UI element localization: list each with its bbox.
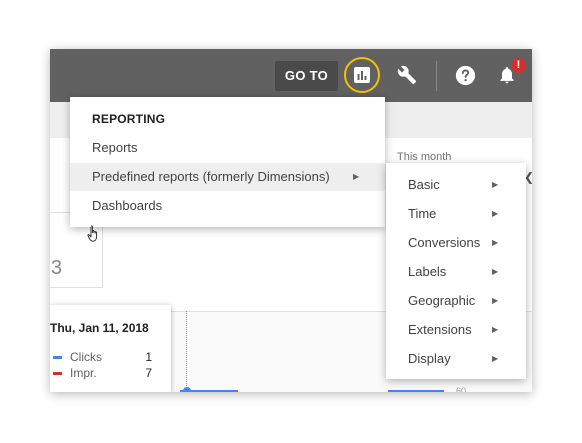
submenu-item-geographic[interactable]: Geographic ▶	[386, 286, 526, 315]
goto-button[interactable]: GO TO	[275, 61, 338, 91]
chevron-right-icon: ▶	[492, 180, 499, 189]
chart-crosshair	[186, 311, 187, 392]
chevron-right-icon: ▶	[492, 209, 499, 218]
predefined-reports-submenu: Basic ▶ Time ▶ Conversions ▶ Labels ▶ Ge…	[386, 163, 526, 379]
top-bar: GO TO !	[50, 49, 532, 102]
impressions-swatch	[53, 372, 62, 375]
submenu-item-conversions[interactable]: Conversions ▶	[386, 228, 526, 257]
submenu-item-time[interactable]: Time ▶	[386, 199, 526, 228]
tooltip-row-label: Clicks	[70, 350, 102, 364]
toolbar-divider	[436, 61, 437, 91]
chart-tooltip: Thu, Jan 11, 2018 Clicks 1 Impr. 7	[50, 305, 171, 392]
chevron-right-icon: ▶	[492, 354, 499, 363]
menu-item-dashboards[interactable]: Dashboards	[70, 192, 385, 220]
submenu-item-label: Time	[408, 206, 437, 221]
menu-heading: REPORTING	[92, 112, 166, 126]
reporting-menu: REPORTING Reports Predefined reports (fo…	[70, 97, 385, 227]
menu-item-predefined-reports[interactable]: Predefined reports (formerly Dimensions)…	[70, 163, 385, 191]
tooltip-row-impressions: Impr. 7	[50, 366, 165, 380]
chart-axis-tick: 60	[456, 386, 467, 392]
tooltip-row-value: 1	[145, 350, 152, 364]
tooltip-row-value: 7	[145, 366, 152, 380]
menu-item-reports[interactable]: Reports	[70, 134, 385, 162]
submenu-item-label: Labels	[408, 264, 447, 279]
clicks-swatch	[53, 356, 62, 359]
tooltip-date: Thu, Jan 11, 2018	[50, 321, 149, 335]
notification-badge: !	[511, 58, 526, 73]
submenu-item-labels[interactable]: Labels ▶	[386, 257, 526, 286]
chevron-right-icon: ▶	[492, 238, 499, 247]
submenu-item-label: Geographic	[408, 293, 476, 308]
stat-card-value: 3	[50, 257, 62, 279]
submenu-item-label: Display	[408, 351, 451, 366]
chevron-right-icon: ▶	[492, 267, 499, 276]
chevron-right-icon: ▶	[492, 325, 499, 334]
chevron-right-icon: ▶	[353, 172, 360, 181]
reports-button[interactable]	[344, 57, 380, 93]
period-label: This month	[397, 151, 452, 163]
tooltip-row-label: Impr.	[70, 366, 97, 380]
submenu-item-display[interactable]: Display ▶	[386, 344, 526, 373]
chevron-right-icon: ▶	[492, 296, 499, 305]
tooltip-row-clicks: Clicks 1	[50, 350, 165, 364]
submenu-item-basic[interactable]: Basic ▶	[386, 170, 526, 199]
wrench-icon[interactable]	[397, 65, 417, 85]
chart-series-line	[388, 390, 444, 392]
submenu-item-label: Conversions	[408, 235, 481, 250]
menu-item-label: Reports	[92, 140, 138, 155]
submenu-item-label: Basic	[408, 177, 440, 192]
chart-point[interactable]	[183, 387, 191, 392]
bar-chart-icon	[354, 67, 370, 83]
submenu-item-extensions[interactable]: Extensions ▶	[386, 315, 526, 344]
menu-item-label: Dashboards	[92, 198, 163, 213]
help-icon[interactable]	[455, 65, 476, 86]
menu-item-label: Predefined reports (formerly Dimensions)	[92, 169, 330, 184]
hand-cursor-icon	[87, 225, 98, 242]
submenu-item-label: Extensions	[408, 322, 472, 337]
